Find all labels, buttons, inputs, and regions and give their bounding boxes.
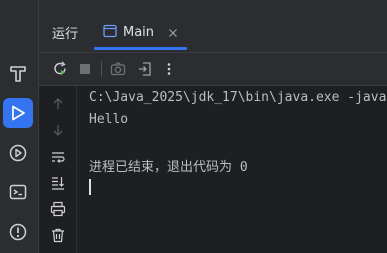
tool-window-title: 运行 bbox=[52, 27, 79, 42]
console-line: 进程已结束，退出代码为 0 bbox=[89, 160, 248, 175]
run-tool-window-header: 运行 Main bbox=[39, 0, 387, 53]
tab-main-label: Main bbox=[123, 24, 155, 40]
run-toolbar bbox=[39, 53, 387, 86]
close-icon[interactable] bbox=[168, 23, 178, 42]
tab-active-indicator bbox=[94, 47, 187, 50]
application-window-icon bbox=[103, 23, 117, 42]
stop-icon[interactable] bbox=[76, 60, 94, 78]
scroll-up-icon[interactable] bbox=[49, 95, 67, 113]
tab-main[interactable]: Main bbox=[97, 14, 184, 50]
scroll-to-end-icon[interactable] bbox=[49, 174, 67, 192]
console-side-toolbar bbox=[39, 86, 77, 253]
scroll-down-icon[interactable] bbox=[49, 121, 67, 139]
toolbar-separator bbox=[101, 61, 102, 77]
problems-icon[interactable] bbox=[3, 217, 33, 247]
print-icon[interactable] bbox=[49, 200, 67, 218]
text-caret bbox=[89, 179, 91, 195]
services-icon[interactable] bbox=[3, 138, 33, 168]
screenshot-icon[interactable] bbox=[109, 60, 127, 78]
rerun-icon[interactable] bbox=[51, 60, 69, 78]
clear-icon[interactable] bbox=[49, 226, 67, 244]
console-output[interactable]: C:\Java_2025\jdk_17\bin\java.exe -javaag… bbox=[77, 86, 387, 253]
more-options-icon[interactable] bbox=[160, 60, 178, 78]
console-line: C:\Java_2025\jdk_17\bin\java.exe -javaag… bbox=[89, 90, 387, 105]
console-line: Hello bbox=[89, 112, 129, 127]
run-icon[interactable] bbox=[3, 98, 33, 128]
tool-window-strip bbox=[0, 0, 39, 253]
terminal-icon[interactable] bbox=[3, 177, 33, 207]
soft-wrap-icon[interactable] bbox=[49, 148, 67, 166]
exit-icon[interactable] bbox=[136, 60, 154, 78]
build-hammer-icon[interactable] bbox=[3, 59, 33, 89]
